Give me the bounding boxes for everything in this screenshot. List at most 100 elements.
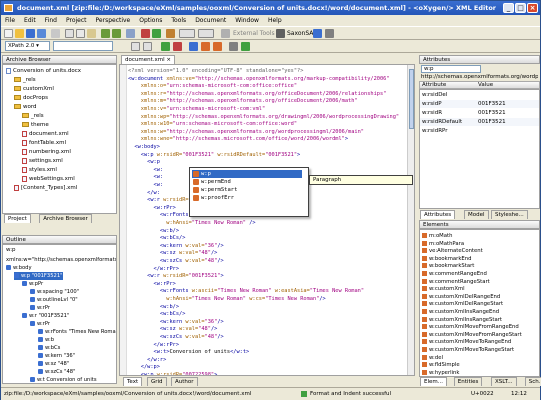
- copy-icon[interactable]: [76, 29, 85, 38]
- menu-options[interactable]: Options: [139, 15, 162, 26]
- tab-styleshe[interactable]: Styleshe...: [491, 210, 528, 219]
- menu-window[interactable]: Window: [235, 15, 259, 26]
- validate-icon[interactable]: [141, 29, 150, 38]
- tab-sch[interactable]: Sch...: [524, 377, 541, 386]
- archive-item[interactable]: numbering.xml: [22, 148, 71, 156]
- tab-xslt[interactable]: XSLT...: [491, 377, 517, 386]
- menu-edit[interactable]: Edit: [24, 15, 36, 26]
- attr-col-header[interactable]: Attribute: [422, 82, 446, 89]
- outline-item[interactable]: w:sz "48": [38, 360, 69, 368]
- outline-item[interactable]: w:b: [38, 336, 54, 344]
- outline-item[interactable]: w:bCs: [38, 344, 60, 352]
- autocomplete-item[interactable]: w:proofErr: [192, 194, 302, 202]
- configure-icon[interactable]: [325, 29, 334, 38]
- outline-item[interactable]: w:szCs "48": [38, 368, 75, 376]
- attribute-row[interactable]: w:rsidDel: [420, 91, 539, 99]
- menu-file[interactable]: File: [5, 15, 15, 26]
- tab-attributes[interactable]: Attributes: [420, 210, 456, 219]
- cut-icon[interactable]: [65, 29, 74, 38]
- attribute-value[interactable]: 001F3521: [478, 118, 506, 126]
- tab-document-xml[interactable]: document.xml ×: [121, 55, 175, 64]
- archive-item[interactable]: _rels: [22, 112, 44, 120]
- tab-grid[interactable]: Grid: [147, 377, 167, 386]
- element-item[interactable]: w:hyperlink: [422, 369, 460, 376]
- reset-icon[interactable]: [173, 42, 182, 51]
- xpath-input[interactable]: [53, 41, 113, 51]
- insert-tag-icon[interactable]: [213, 42, 222, 51]
- outline-item[interactable]: w:r "001F3521": [22, 312, 69, 320]
- tab-model[interactable]: Model: [464, 210, 489, 219]
- save-all-icon[interactable]: [37, 29, 46, 38]
- outline-item[interactable]: w:rPr: [30, 304, 50, 312]
- tab-elem[interactable]: Elem...: [420, 377, 447, 386]
- attributes-table[interactable]: w:rsidDel w:rsidP 001F3521 w:rsidR 001F3521 w…: [419, 89, 540, 209]
- external-tools-label[interactable]: External Tools: [233, 29, 275, 38]
- undo-icon[interactable]: [101, 29, 110, 38]
- menu-help[interactable]: Help: [268, 15, 282, 26]
- comment-icon[interactable]: [143, 42, 152, 51]
- menu-perspective[interactable]: Perspective: [96, 15, 131, 26]
- close-button[interactable]: ×: [527, 3, 538, 13]
- engine-label[interactable]: SaxonSA: [287, 29, 313, 38]
- tab-author[interactable]: Author: [171, 377, 198, 386]
- elements-list[interactable]: m:oMath m:oMathPara ve:AlternateContent w:b…: [419, 229, 540, 377]
- validate-small-icon[interactable]: [161, 42, 170, 51]
- archive-item[interactable]: Conversion of units.docx: [6, 67, 81, 75]
- archive-item[interactable]: word: [14, 103, 37, 111]
- outline-item[interactable]: w:pPr: [22, 280, 43, 288]
- menu-document[interactable]: Document: [195, 15, 226, 26]
- find-icon[interactable]: [126, 29, 135, 38]
- associate-schema-icon[interactable]: [189, 42, 198, 51]
- xpath-version-select[interactable]: XPath 2.0 ▾: [5, 41, 50, 51]
- outline-item[interactable]: w:kern "36": [38, 352, 75, 360]
- outline-item[interactable]: w:spacing "100": [30, 288, 79, 296]
- archive-item[interactable]: fontTable.xml: [22, 139, 66, 147]
- menu-project[interactable]: Project: [66, 15, 87, 26]
- attribute-row[interactable]: w:rsidRPr: [420, 127, 539, 135]
- outline-item[interactable]: w:rPr: [30, 320, 50, 328]
- outline-item[interactable]: w:t Conversion of units: [30, 376, 97, 383]
- minimize-button[interactable]: _: [503, 3, 514, 13]
- external-tools-icon[interactable]: [221, 29, 230, 38]
- xml-editor[interactable]: <?xml version="1.0" encoding="UTF-8" sta…: [119, 64, 415, 376]
- attribute-row[interactable]: w:rsidRDefault 001F3521: [420, 118, 539, 126]
- tab-project[interactable]: Project: [4, 214, 31, 223]
- outline-item[interactable]: w:p "001F3521": [14, 272, 63, 280]
- archive-item[interactable]: [Content_Types].xml: [14, 184, 77, 192]
- format-indent-icon[interactable]: [131, 42, 140, 51]
- outline-item[interactable]: xmlns:w="http://schemas.openxmlformats.o…: [6, 256, 116, 264]
- paste-icon[interactable]: [87, 29, 96, 38]
- transform-icon[interactable]: [166, 29, 175, 38]
- archive-item[interactable]: document.xml: [22, 130, 69, 138]
- attribute-value[interactable]: 001F3521: [478, 100, 506, 108]
- xsl-debugger-icon[interactable]: [179, 29, 195, 38]
- archive-item[interactable]: docProps: [14, 94, 48, 102]
- menu-tools[interactable]: Tools: [171, 15, 186, 26]
- autocomplete-item[interactable]: w:permStart: [192, 186, 302, 194]
- archive-item[interactable]: theme: [22, 121, 49, 129]
- tab-archive-browser[interactable]: Archive Browser: [39, 214, 92, 223]
- outline-item[interactable]: w:outlineLvl "0": [30, 296, 78, 304]
- archive-item[interactable]: styles.xml: [22, 166, 57, 174]
- autocomplete-item[interactable]: w:permEnd: [192, 178, 302, 186]
- value-col-header[interactable]: Value: [478, 82, 493, 89]
- check-icon[interactable]: [241, 42, 250, 51]
- archive-item[interactable]: webSettings.xml: [22, 175, 75, 183]
- menu-find[interactable]: Find: [45, 15, 57, 26]
- tab-entities[interactable]: Entities: [453, 377, 483, 386]
- maximize-button[interactable]: □: [515, 3, 526, 13]
- transformation-scenario-icon[interactable]: [276, 29, 285, 38]
- autocomplete-item[interactable]: w:p: [192, 170, 302, 178]
- check-wellformed-icon[interactable]: [152, 29, 161, 38]
- new-file-icon[interactable]: [4, 29, 13, 38]
- attribute-row[interactable]: w:rsidR 001F3521: [420, 109, 539, 117]
- attribute-row[interactable]: w:rsidP 001F3521: [420, 100, 539, 108]
- tab-text[interactable]: Text: [123, 377, 143, 386]
- tag-icon[interactable]: [201, 42, 210, 51]
- archive-item[interactable]: settings.xml: [22, 157, 63, 165]
- outline-item[interactable]: w:body: [6, 264, 32, 272]
- editor-scrollbar[interactable]: [407, 65, 414, 375]
- archive-item[interactable]: _rels: [14, 76, 36, 84]
- xquery-debugger-icon[interactable]: [198, 29, 214, 38]
- save-icon[interactable]: [26, 29, 35, 38]
